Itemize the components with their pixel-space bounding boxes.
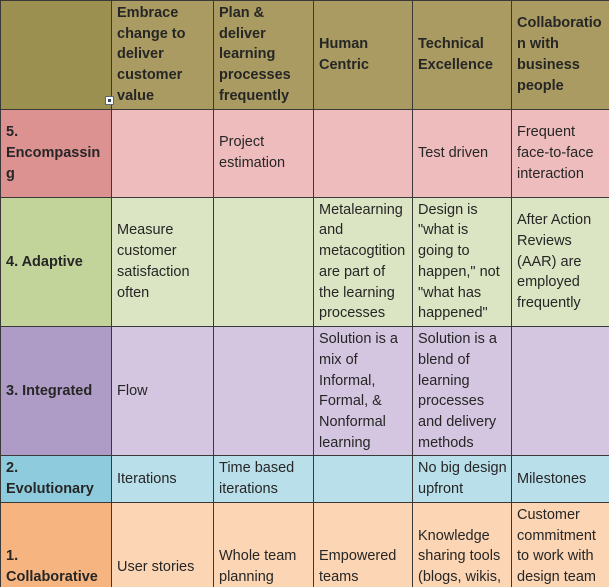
cell-evolutionary-technical-excellence[interactable]: No big design upfront — [412, 455, 512, 503]
column-header-plan-deliver[interactable]: Plan & deliver learning processes freque… — [213, 0, 314, 110]
row-label-integrated[interactable]: 3. Integrated — [0, 326, 112, 457]
cell-encompassing-plan-deliver[interactable]: Project estimation — [213, 108, 314, 198]
cell-adaptive-technical-excellence[interactable]: Design is "what is going to happen," not… — [412, 196, 512, 328]
cell-integrated-technical-excellence[interactable]: Solution is a blend of learning processe… — [412, 326, 512, 457]
cell-integrated-embrace-change[interactable]: Flow — [111, 326, 214, 457]
cell-evolutionary-embrace-change[interactable]: Iterations — [111, 455, 214, 503]
cell-integrated-plan-deliver[interactable] — [213, 326, 314, 457]
cell-collaborative-collaboration-business[interactable]: Customer commitment to work with design … — [511, 501, 609, 587]
row-label-encompassing[interactable]: 5. Encompassing — [0, 108, 112, 198]
matrix-table: Embrace change to deliver customer value… — [0, 0, 609, 587]
cell-evolutionary-plan-deliver[interactable]: Time based iterations — [213, 455, 314, 503]
cell-encompassing-human-centric[interactable] — [313, 108, 413, 198]
column-header-embrace-change[interactable]: Embrace change to deliver customer value — [111, 0, 214, 110]
cell-adaptive-collaboration-business[interactable]: After Action Reviews (AAR) are employed … — [511, 196, 609, 328]
cell-evolutionary-human-centric[interactable] — [313, 455, 413, 503]
cell-collaborative-embrace-change[interactable]: User stories — [111, 501, 214, 587]
row-label-evolutionary[interactable]: 2. Evolutionary — [0, 455, 112, 503]
cell-encompassing-collaboration-business[interactable]: Frequent face-to-face interaction — [511, 108, 609, 198]
cell-adaptive-human-centric[interactable]: Metalearning and metacogtition are part … — [313, 196, 413, 328]
row-label-collaborative[interactable]: 1. Collaborative — [0, 501, 112, 587]
cell-collaborative-plan-deliver[interactable]: Whole team planning — [213, 501, 314, 587]
column-header-collaboration-business[interactable]: Collaboration with business people — [511, 0, 609, 110]
table-row-encompassing: 5. Encompassing Project estimation Test … — [0, 108, 609, 198]
cell-adaptive-embrace-change[interactable]: Measure customer satisfaction often — [111, 196, 214, 328]
cell-integrated-collaboration-business[interactable] — [511, 326, 609, 457]
row-label-adaptive[interactable]: 4. Adaptive — [0, 196, 112, 328]
table-row-integrated: 3. Integrated Flow Solution is a mix of … — [0, 326, 609, 457]
cell-evolutionary-collaboration-business[interactable]: Milestones — [511, 455, 609, 503]
column-header-technical-excellence[interactable]: Technical Excellence — [412, 0, 512, 110]
cell-adaptive-plan-deliver[interactable] — [213, 196, 314, 328]
table-row-collaborative: 1. Collaborative User stories Whole team… — [0, 501, 609, 587]
cell-fill-handle[interactable] — [105, 96, 114, 105]
agile-learning-matrix: Embrace change to deliver customer value… — [0, 0, 609, 587]
cell-integrated-human-centric[interactable]: Solution is a mix of Informal, Formal, &… — [313, 326, 413, 457]
column-header-human-centric[interactable]: Human Centric — [313, 0, 413, 110]
cell-encompassing-technical-excellence[interactable]: Test driven — [412, 108, 512, 198]
table-row-adaptive: 4. Adaptive Measure customer satisfactio… — [0, 196, 609, 328]
cell-encompassing-embrace-change[interactable] — [111, 108, 214, 198]
header-corner-cell[interactable] — [0, 0, 112, 110]
table-row-evolutionary: 2. Evolutionary Iterations Time based it… — [0, 455, 609, 503]
cell-collaborative-human-centric[interactable]: Empowered teams — [313, 501, 413, 587]
cell-collaborative-technical-excellence[interactable]: Knowledge sharing tools (blogs, wikis, T… — [412, 501, 512, 587]
table-header-row: Embrace change to deliver customer value… — [0, 0, 609, 110]
